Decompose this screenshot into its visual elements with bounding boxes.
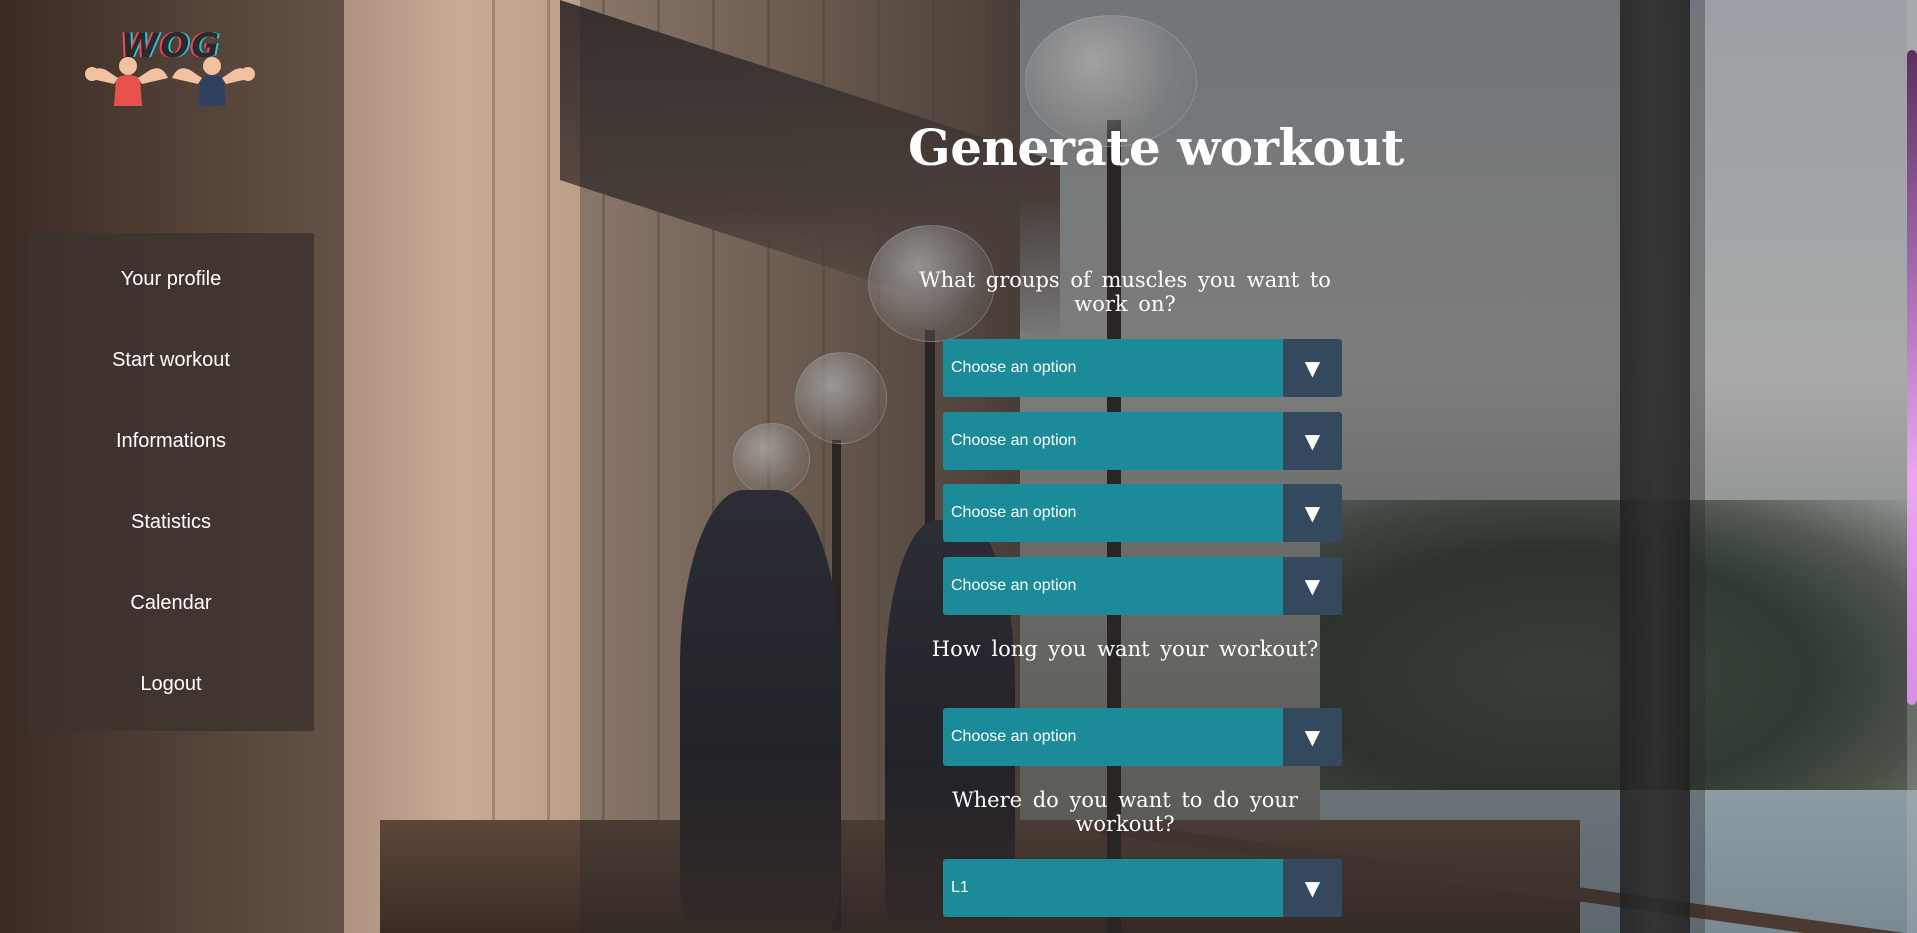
logo-text: WOG: [120, 26, 222, 66]
muscle-group-select-3[interactable]: Choose an option ▼: [943, 484, 1342, 542]
chevron-down-icon[interactable]: ▼: [1283, 859, 1342, 917]
chevron-down-icon[interactable]: ▼: [1283, 339, 1342, 397]
duration-question: How long you want your workout?: [931, 637, 1319, 661]
sidebar-item-logout[interactable]: Logout: [140, 673, 201, 696]
select-value: Choose an option: [951, 504, 1077, 521]
duration-select[interactable]: Choose an option ▼: [943, 708, 1342, 766]
chevron-down-icon[interactable]: ▼: [1283, 484, 1342, 542]
muscle-group-select-2[interactable]: Choose an option ▼: [943, 412, 1342, 470]
sidebar-item-your-profile[interactable]: Your profile: [121, 268, 221, 291]
logo-icon[interactable]: WOG: [80, 26, 260, 112]
location-select[interactable]: L1 ▼: [943, 859, 1342, 917]
select-value: L1: [951, 879, 969, 896]
scrollbar-track[interactable]: [1907, 0, 1917, 933]
location-question: Where do you want to do your workout?: [952, 788, 1298, 836]
chevron-down-icon[interactable]: ▼: [1283, 412, 1342, 470]
muscle-group-select-4[interactable]: Choose an option ▼: [943, 557, 1342, 615]
select-value: Choose an option: [951, 728, 1077, 745]
scrollbar-thumb[interactable]: [1907, 50, 1917, 705]
sidebar-item-start-workout[interactable]: Start workout: [112, 349, 230, 372]
select-value: Choose an option: [951, 359, 1077, 376]
select-value: Choose an option: [951, 432, 1077, 449]
select-value: Choose an option: [951, 577, 1077, 594]
chevron-down-icon[interactable]: ▼: [1283, 557, 1342, 615]
page: WOG Your profile Start workout Informati…: [0, 0, 1917, 933]
sidebar-item-statistics[interactable]: Statistics: [131, 511, 211, 534]
chevron-down-icon[interactable]: ▼: [1283, 708, 1342, 766]
sidebar-item-calendar[interactable]: Calendar: [130, 592, 211, 615]
sidebar-menu: Your profile Start workout Informations …: [28, 233, 314, 731]
sidebar-item-informations[interactable]: Informations: [116, 430, 226, 453]
muscle-group-select-1[interactable]: Choose an option ▼: [943, 339, 1342, 397]
muscles-question: What groups of muscles you want to work …: [919, 268, 1331, 316]
page-title: Generate workout: [908, 118, 1404, 177]
